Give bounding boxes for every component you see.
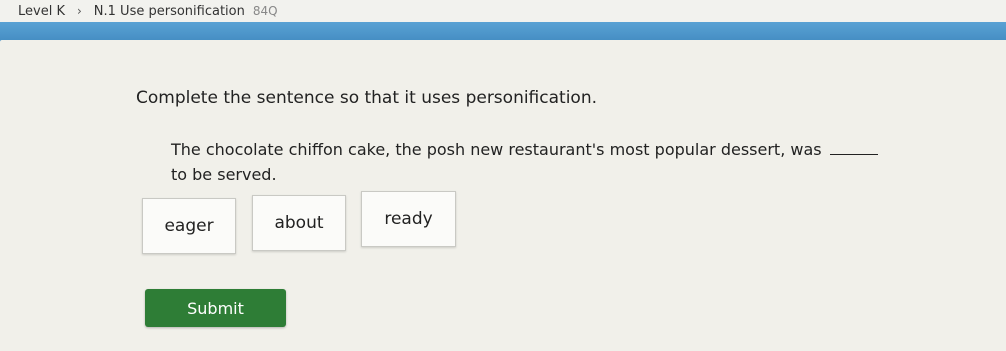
submit-button[interactable]: Submit	[145, 289, 286, 327]
breadcrumb: Level K › N.1 Use personification 84Q	[0, 0, 1006, 22]
breadcrumb-level[interactable]: Level K	[18, 4, 65, 19]
choice-tile-ready[interactable]: ready	[361, 191, 456, 247]
choice-tile-about[interactable]: about	[252, 195, 346, 251]
question-sentence: The chocolate chiffon cake, the posh new…	[171, 137, 931, 187]
question-prompt: Complete the sentence so that it uses pe…	[136, 88, 598, 108]
answer-blank[interactable]	[829, 154, 878, 155]
question-panel: Complete the sentence so that it uses pe…	[0, 40, 1006, 351]
sentence-before: The chocolate chiffon cake, the posh new…	[171, 140, 822, 159]
skill-code: 84Q	[252, 4, 278, 18]
chevron-right-icon: ›	[76, 4, 82, 18]
breadcrumb-skill: N.1 Use personification	[93, 3, 245, 19]
sentence-after: to be served.	[171, 165, 277, 184]
choice-tile-eager[interactable]: eager	[142, 198, 236, 254]
